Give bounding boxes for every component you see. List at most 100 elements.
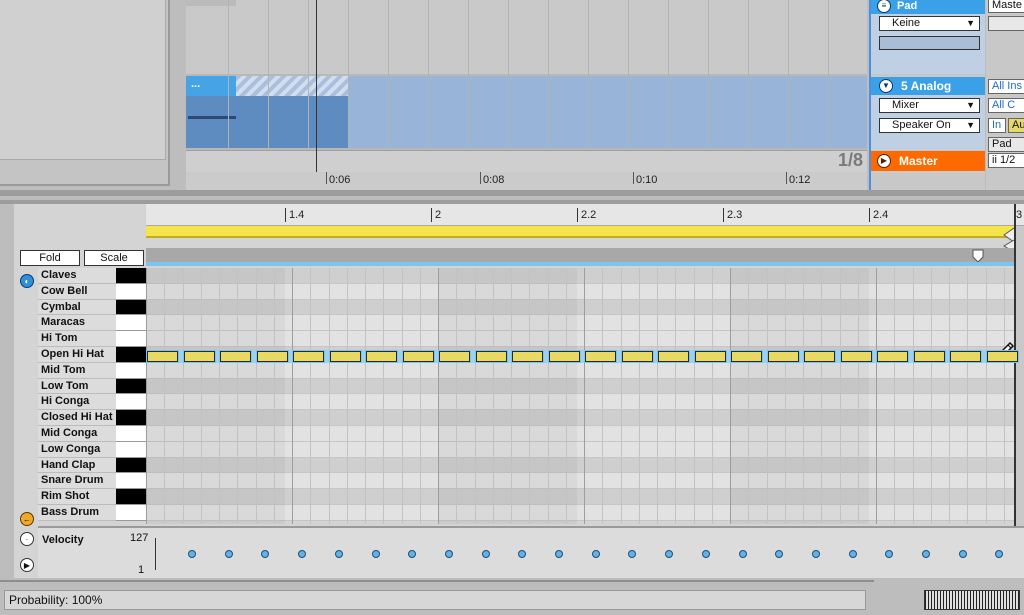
velocity-handle[interactable] bbox=[334, 550, 343, 558]
pad-track-header[interactable]: ≡ Pad bbox=[871, 0, 985, 14]
midi-note[interactable] bbox=[694, 351, 726, 362]
velocity-lane[interactable]: Velocity 127 1 bbox=[38, 526, 1024, 578]
drum-name-mid-conga[interactable]: Mid Conga bbox=[38, 426, 116, 442]
pad-input-channel-slot[interactable] bbox=[879, 36, 980, 50]
velocity-handle[interactable] bbox=[224, 550, 233, 558]
drum-name-cow-bell[interactable]: Cow Bell bbox=[38, 283, 116, 300]
midi-note[interactable] bbox=[402, 351, 434, 362]
velocity-handle[interactable] bbox=[775, 550, 784, 558]
midi-clip[interactable] bbox=[186, 96, 348, 148]
velocity-handle[interactable] bbox=[995, 550, 1004, 558]
track-play-icon[interactable]: ▶ bbox=[877, 154, 891, 168]
time-ruler[interactable]: 0:06 0:08 0:10 0:12 bbox=[186, 172, 867, 190]
piano-key[interactable] bbox=[116, 378, 146, 395]
drum-name-claves[interactable]: Claves bbox=[38, 268, 116, 284]
midi-note[interactable] bbox=[986, 351, 1018, 362]
midi-note[interactable] bbox=[767, 351, 799, 362]
piano-key[interactable] bbox=[116, 394, 146, 411]
velocity-handle[interactable] bbox=[591, 550, 600, 558]
midi-note[interactable] bbox=[621, 351, 653, 362]
velocity-handle[interactable] bbox=[481, 550, 490, 558]
velocity-handle[interactable] bbox=[701, 550, 710, 558]
midi-note[interactable] bbox=[439, 351, 470, 362]
midi-note[interactable] bbox=[548, 351, 580, 362]
midi-note[interactable] bbox=[804, 351, 835, 362]
envelope-toggle-icon[interactable]: · bbox=[20, 532, 34, 546]
velocity-handle[interactable] bbox=[371, 550, 380, 558]
drum-name-bass-drum[interactable]: Bass Drum bbox=[38, 505, 116, 521]
piano-key[interactable] bbox=[116, 331, 146, 347]
drum-name-low-tom[interactable]: Low Tom bbox=[38, 378, 116, 395]
piano-key[interactable] bbox=[116, 473, 146, 490]
velocity-handle[interactable] bbox=[261, 550, 270, 558]
velocity-play-icon[interactable]: ▶ bbox=[20, 558, 34, 572]
midi-note[interactable] bbox=[329, 351, 361, 362]
velocity-handle[interactable] bbox=[885, 550, 894, 558]
midi-note[interactable] bbox=[913, 351, 945, 362]
velocity-handle[interactable] bbox=[298, 550, 307, 558]
draw-mode-icon[interactable]: ← bbox=[20, 512, 34, 526]
piano-key[interactable] bbox=[116, 441, 146, 458]
piano-key[interactable] bbox=[116, 347, 146, 363]
midi-note[interactable] bbox=[840, 351, 872, 362]
input-type-select[interactable]: All Ins bbox=[988, 79, 1024, 94]
velocity-handle[interactable] bbox=[738, 550, 747, 558]
piano-key[interactable] bbox=[116, 410, 146, 426]
drum-name-maracas[interactable]: Maracas bbox=[38, 315, 116, 332]
master-output-select[interactable]: ii 1/2 bbox=[988, 153, 1024, 168]
midi-note[interactable] bbox=[950, 351, 981, 362]
analog-routing-select[interactable]: Mixer ▼ bbox=[879, 98, 980, 113]
drum-name-hi-conga[interactable]: Hi Conga bbox=[38, 394, 116, 411]
pad-track-lane[interactable] bbox=[186, 0, 867, 74]
midi-note[interactable] bbox=[475, 351, 507, 362]
midi-note[interactable] bbox=[877, 351, 908, 362]
piano-key[interactable] bbox=[116, 457, 146, 474]
analog-track-header[interactable]: ▼ 5 Analog bbox=[871, 77, 985, 95]
piano-key[interactable] bbox=[116, 505, 146, 521]
arrangement-scroll-area[interactable] bbox=[186, 150, 867, 172]
drum-name-open-hi-hat[interactable]: Open Hi Hat bbox=[38, 347, 116, 363]
velocity-handle[interactable] bbox=[518, 550, 527, 558]
midi-note[interactable] bbox=[183, 351, 215, 362]
piano-key[interactable] bbox=[116, 283, 146, 300]
monitor-auto-button[interactable]: Au bbox=[1008, 118, 1024, 133]
drum-name-mid-tom[interactable]: Mid Tom bbox=[38, 362, 116, 379]
velocity-handle[interactable] bbox=[848, 550, 857, 558]
midi-note[interactable] bbox=[293, 351, 324, 362]
velocity-handle[interactable] bbox=[408, 550, 417, 558]
piano-key[interactable] bbox=[116, 268, 146, 284]
midi-note[interactable] bbox=[366, 351, 397, 362]
velocity-handle[interactable] bbox=[922, 550, 930, 558]
piano-key[interactable] bbox=[116, 362, 146, 379]
velocity-handle[interactable] bbox=[628, 550, 637, 558]
midi-note[interactable] bbox=[220, 351, 251, 362]
analog-output-select[interactable]: Speaker On ▼ bbox=[879, 118, 980, 133]
pad-input-select[interactable]: Keine ▼ bbox=[879, 16, 980, 31]
piano-key[interactable] bbox=[116, 315, 146, 332]
io-slot[interactable] bbox=[988, 16, 1024, 31]
midi-note[interactable] bbox=[658, 351, 689, 362]
midi-note[interactable] bbox=[512, 351, 543, 362]
track-unfold-icon[interactable]: ▼ bbox=[879, 79, 893, 93]
master-track-header[interactable]: ▶ Master bbox=[871, 151, 985, 171]
io-top-select[interactable]: Maste bbox=[988, 0, 1024, 13]
piano-key[interactable] bbox=[116, 489, 146, 505]
drum-name-rim-shot[interactable]: Rim Shot bbox=[38, 489, 116, 505]
piano-key[interactable] bbox=[116, 299, 146, 316]
midi-note[interactable] bbox=[585, 351, 616, 362]
velocity-handle[interactable] bbox=[444, 550, 453, 558]
velocity-handle[interactable] bbox=[958, 550, 967, 558]
velocity-handle[interactable] bbox=[665, 550, 674, 558]
midi-note[interactable] bbox=[147, 351, 178, 362]
track-fold-icon[interactable]: ≡ bbox=[877, 0, 891, 13]
loop-brace[interactable] bbox=[146, 226, 1014, 238]
beat-ruler[interactable]: 1.4 2 2.2 2.3 2.4 3 bbox=[146, 204, 1024, 226]
scale-button[interactable]: Scale bbox=[84, 250, 144, 266]
clip-loop-region[interactable] bbox=[236, 76, 348, 96]
velocity-handle[interactable] bbox=[811, 550, 820, 558]
headphones-icon[interactable]: ◐ bbox=[20, 274, 34, 288]
drum-name-hand-clap[interactable]: Hand Clap bbox=[38, 457, 116, 474]
note-grid[interactable] bbox=[146, 268, 1014, 524]
drum-name-closed-hi-hat[interactable]: Closed Hi Hat bbox=[38, 410, 116, 426]
piano-key[interactable] bbox=[116, 426, 146, 442]
